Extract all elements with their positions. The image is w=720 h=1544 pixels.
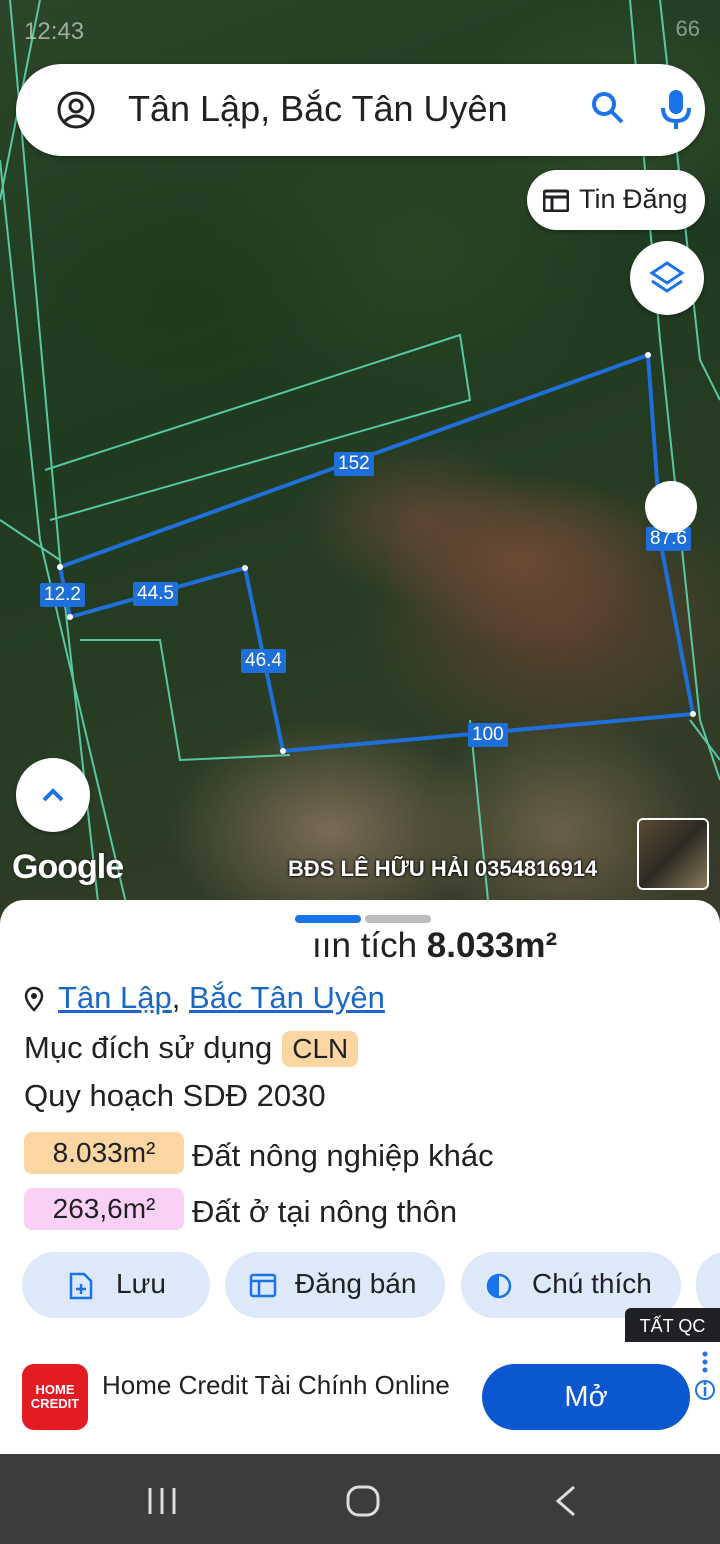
post-for-sale-button[interactable]: Đăng bán (225, 1252, 445, 1318)
dimension-label: 46.4 (241, 649, 286, 673)
system-navigation-bar (0, 1454, 720, 1544)
location-line: Tân Lập, Bắc Tân Uyên (24, 980, 385, 1016)
area-title: ıın tích 8.033m² (312, 926, 557, 966)
listing-icon (249, 1273, 277, 1298)
search-icon[interactable] (590, 90, 626, 126)
usage-code-badge: CLN (282, 1031, 359, 1067)
microphone-icon[interactable] (658, 88, 694, 130)
area-prefix: ıın tích (312, 926, 418, 965)
account-icon[interactable] (56, 90, 96, 130)
expand-button[interactable] (16, 758, 90, 832)
save-button[interactable]: Lưu (22, 1252, 210, 1318)
drag-handle[interactable] (645, 481, 697, 533)
plan-area-chip: 263,6m² (24, 1188, 184, 1230)
layers-icon (649, 261, 685, 293)
status-time: 12:43 (24, 18, 85, 45)
street-view-thumbnail[interactable] (637, 818, 709, 890)
link-ward[interactable]: Tân Lập (58, 980, 172, 1015)
battery-indicator: 66 (675, 16, 700, 41)
location-separator: , (171, 980, 181, 1015)
plan-type-label: Đất ở tại nông thôn (192, 1194, 458, 1229)
plan-label: Quy hoạch SDĐ 2030 (24, 1078, 326, 1113)
link-district[interactable]: Bắc Tân Uyên (189, 980, 385, 1015)
ad-open-button[interactable]: Mở (482, 1364, 690, 1430)
dimension-label: 44.5 (133, 582, 178, 606)
layers-button[interactable] (630, 241, 704, 315)
home-credit-logo: HOME CREDIT (22, 1364, 88, 1430)
ad-title: Home Credit Tài Chính Online (102, 1370, 450, 1400)
recent-apps-icon[interactable] (146, 1486, 178, 1516)
search-bar[interactable]: Tân Lập, Bắc Tân Uyên (16, 64, 705, 156)
usage-line: Mục đích sử dụng CLN (24, 1030, 359, 1067)
contrast-icon (486, 1273, 512, 1299)
area-value: 8.033m² (426, 926, 558, 965)
listings-button[interactable]: Tin Đăng (527, 170, 705, 230)
ad-banner[interactable]: HOME CREDIT Home Credit Tài Chính Online… (0, 1342, 720, 1454)
save-label: Lưu (116, 1268, 166, 1299)
dimension-label: 100 (468, 723, 508, 747)
calendar-icon (543, 189, 569, 212)
dimension-label: 152 (334, 452, 374, 476)
close-ad-button[interactable]: TẤT QC (625, 1308, 720, 1344)
post-for-sale-label: Đăng bán (295, 1268, 417, 1299)
dimension-label: 12.2 (40, 583, 85, 607)
home-icon[interactable] (345, 1484, 381, 1518)
location-pin-icon (24, 986, 44, 1012)
usage-label: Mục đích sử dụng (24, 1030, 273, 1065)
legend-label: Chú thích (532, 1268, 652, 1299)
back-icon[interactable] (552, 1484, 578, 1518)
satellite-map[interactable]: 152 87.6 100 46.4 44.5 12.2 12:43 66 Tân… (0, 0, 720, 920)
chevron-up-icon (42, 788, 64, 802)
pager-dot-active[interactable] (295, 915, 361, 923)
google-logo: Google (12, 848, 124, 886)
watermark-text: BĐS LÊ HỮU HẢI 0354816914 (288, 856, 598, 881)
search-query[interactable]: Tân Lập, Bắc Tân Uyên (128, 88, 508, 130)
listings-label: Tin Đăng (579, 184, 688, 214)
plan-type-label: Đất nông nghiệp khác (192, 1138, 494, 1173)
ad-info-icon[interactable] (694, 1348, 716, 1408)
pager-dot[interactable] (365, 915, 431, 923)
add-file-icon (69, 1272, 93, 1300)
plan-area-chip: 8.033m² (24, 1132, 184, 1174)
parcel-info-sheet: ıın tích 8.033m² Tân Lập, Bắc Tân Uyên M… (0, 900, 720, 1344)
